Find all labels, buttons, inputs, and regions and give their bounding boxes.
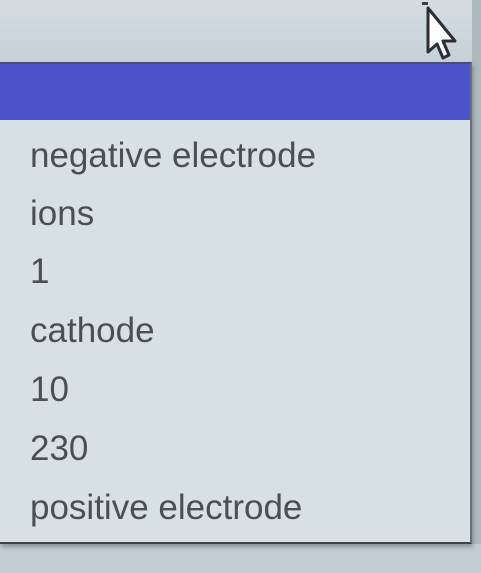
window-frame-edge <box>472 0 481 573</box>
dropdown-option-230[interactable]: 230 <box>30 429 88 469</box>
mouse-pointer-icon <box>422 2 457 60</box>
dropdown-option-positive-electrode[interactable]: positive electrode <box>30 488 302 528</box>
dropdown-option-highlighted-blank[interactable] <box>0 64 470 120</box>
select-field-area[interactable] <box>0 0 481 62</box>
background-area <box>0 544 481 573</box>
dropdown-option-1[interactable]: 1 <box>30 252 49 292</box>
dropdown-option-10[interactable]: 10 <box>30 370 69 410</box>
dropdown-option-negative-electrode[interactable]: negative electrode <box>30 136 316 176</box>
dropdown-option-ions[interactable]: ions <box>30 194 94 234</box>
dropdown-list[interactable]: negative electrode ions 1 cathode 10 230… <box>0 62 472 544</box>
dropdown-option-cathode[interactable]: cathode <box>30 311 155 351</box>
